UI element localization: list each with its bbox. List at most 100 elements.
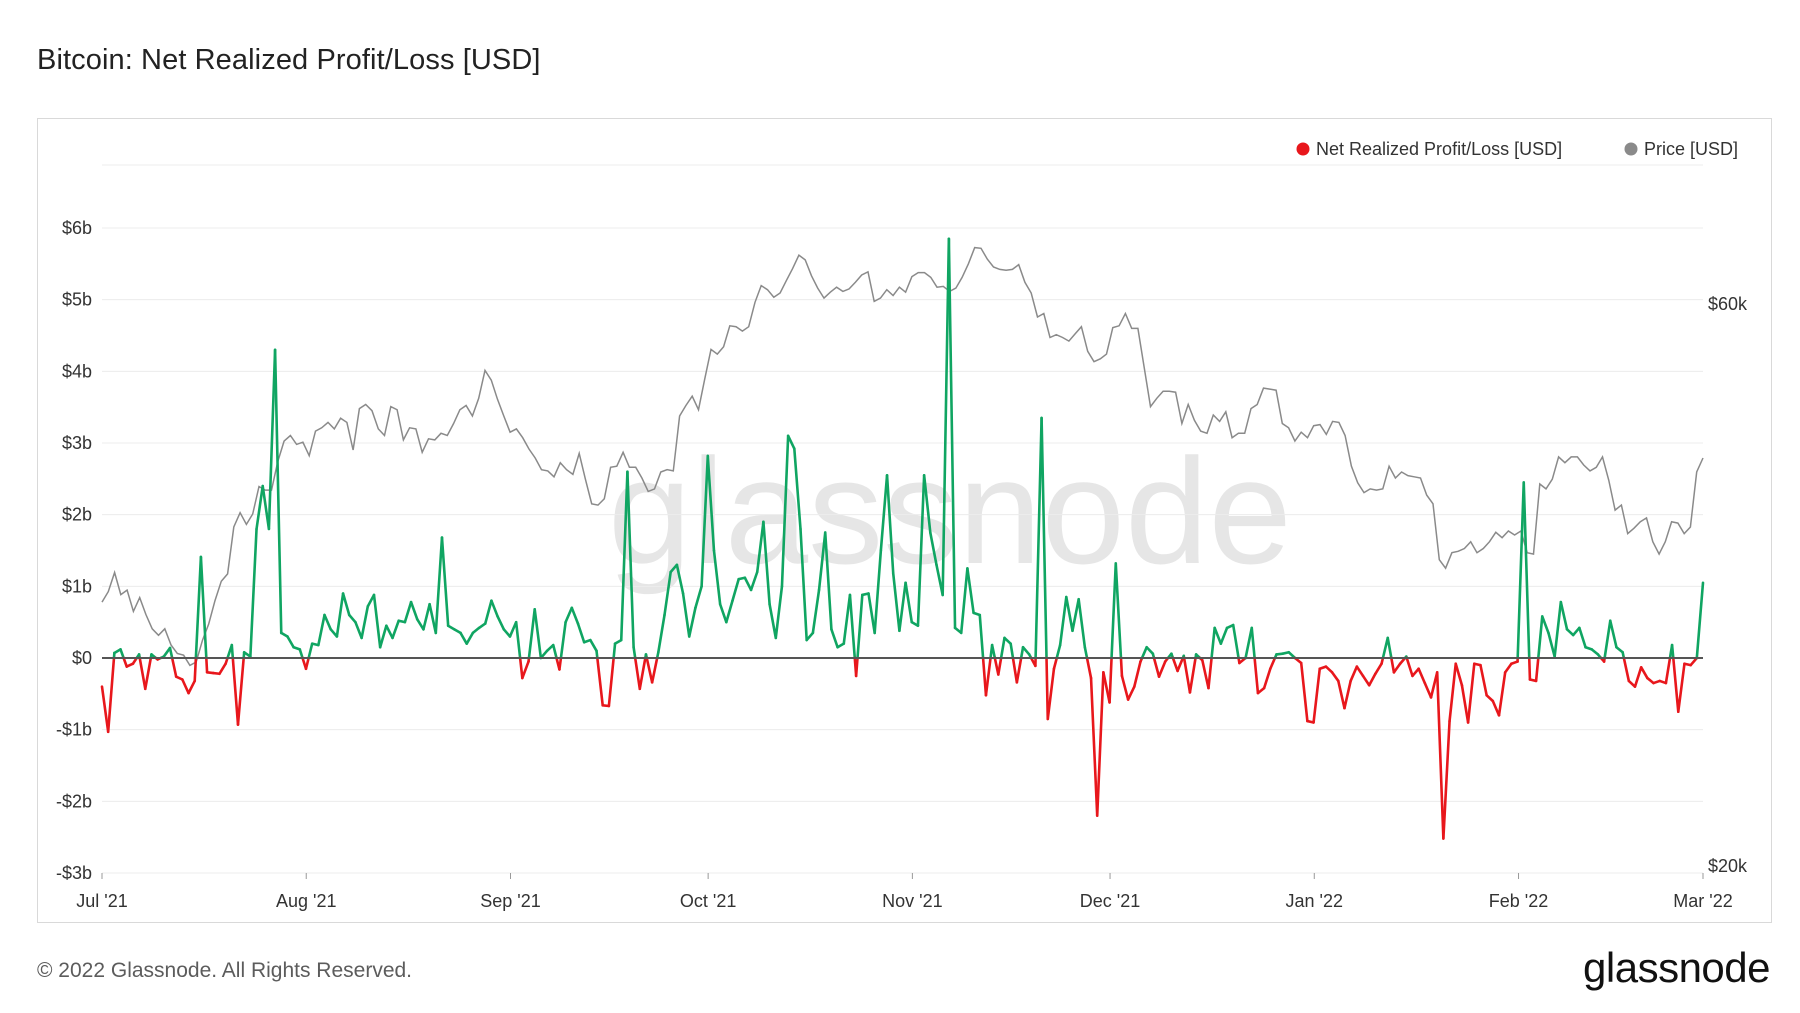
nrpl-segment bbox=[570, 606, 580, 625]
nrpl-segment bbox=[1622, 656, 1631, 683]
nrpl-segment bbox=[434, 536, 444, 635]
x-tick-label: Feb '22 bbox=[1489, 891, 1548, 911]
nrpl-segment bbox=[335, 592, 345, 638]
nrpl-segment bbox=[1361, 674, 1371, 687]
x-tick-label: Nov '21 bbox=[882, 891, 942, 911]
nrpl-segment bbox=[1157, 660, 1167, 678]
x-tick-label: Sep '21 bbox=[480, 891, 541, 911]
nrpl-segment bbox=[638, 656, 647, 691]
nrpl-segment bbox=[1262, 667, 1272, 690]
nrpl-segment bbox=[1095, 671, 1105, 817]
legend-item[interactable]: Net Realized Profit/Loss [USD] bbox=[1296, 139, 1563, 159]
legend[interactable]: Net Realized Profit/Loss [USD] Price [USD… bbox=[1296, 139, 1739, 159]
nrpl-segment bbox=[1516, 481, 1526, 660]
y-left-tick-label: $3b bbox=[62, 433, 92, 453]
nrpl-segment bbox=[1268, 656, 1277, 671]
nrpl-segment bbox=[1435, 671, 1445, 840]
nrpl-segment bbox=[170, 656, 178, 678]
nrpl-segment bbox=[1547, 631, 1556, 658]
nrpl-segment bbox=[999, 636, 1006, 660]
nrpl-segment bbox=[119, 648, 125, 660]
nrpl-segment bbox=[181, 678, 190, 695]
nrpl-segment bbox=[527, 607, 537, 660]
nrpl-segment bbox=[1213, 626, 1223, 645]
nrpl-segment bbox=[725, 599, 734, 624]
nrpl-segment bbox=[385, 624, 394, 640]
nrpl-segment bbox=[194, 555, 203, 660]
nrpl-segment bbox=[205, 656, 209, 674]
nrpl-segment bbox=[1207, 656, 1213, 690]
nrpl-segment bbox=[122, 656, 129, 668]
legend-label: Net Realized Profit/Loss [USD] bbox=[1316, 139, 1562, 159]
nrpl-segment bbox=[1559, 600, 1569, 631]
nrpl-segment bbox=[559, 620, 567, 660]
nrpl-segment bbox=[323, 613, 333, 631]
nrpl-segment bbox=[267, 348, 277, 531]
nrpl-segment bbox=[645, 656, 654, 684]
nrpl-segment bbox=[521, 660, 530, 680]
nrpl-segment bbox=[143, 656, 153, 691]
nrpl-segment bbox=[1671, 656, 1680, 714]
nrpl-segment bbox=[1497, 671, 1507, 717]
nrpl-segment bbox=[1126, 685, 1136, 701]
y-right-tick-label: $60k bbox=[1708, 294, 1748, 314]
nrpl-segment bbox=[1188, 656, 1197, 694]
nrpl-segment bbox=[403, 600, 413, 624]
nrpl-segment bbox=[1343, 679, 1352, 710]
nrpl-segment bbox=[193, 656, 198, 683]
nrpl-segment bbox=[273, 348, 283, 635]
nrpl-segment bbox=[650, 656, 659, 684]
nrpl-segment bbox=[990, 643, 997, 660]
nrpl-segment bbox=[391, 619, 401, 640]
nrpl-segment bbox=[612, 642, 617, 660]
nrpl-segment bbox=[1448, 662, 1458, 723]
nrpl-segment bbox=[354, 620, 363, 640]
nrpl-segment bbox=[372, 593, 382, 649]
nrpl-segment bbox=[1244, 626, 1254, 660]
nrpl-segment bbox=[856, 593, 864, 660]
nrpl-segment bbox=[496, 615, 506, 631]
nrpl-segment bbox=[1695, 581, 1705, 660]
nrpl-segment bbox=[317, 613, 326, 647]
nrpl-segment bbox=[465, 631, 475, 645]
nrpl-segment bbox=[514, 620, 522, 660]
nrpl-segment bbox=[830, 628, 839, 649]
nrpl-segment bbox=[1210, 626, 1216, 660]
nrpl-segment bbox=[230, 643, 235, 660]
nrpl-segment bbox=[1527, 656, 1532, 681]
nrpl-segment bbox=[1336, 679, 1346, 710]
nrpl-segment bbox=[1133, 660, 1142, 688]
y-left-tick-label: $4b bbox=[62, 361, 92, 381]
nrpl-segment bbox=[1046, 667, 1056, 721]
nrpl-segment bbox=[298, 648, 304, 660]
nrpl-segment bbox=[440, 536, 450, 628]
y-left-tick-label: -$2b bbox=[56, 791, 92, 811]
nrpl-segment bbox=[1349, 665, 1359, 683]
legend-item[interactable]: Price [USD] bbox=[1624, 139, 1739, 159]
y-left-tick-label: -$1b bbox=[56, 720, 92, 740]
nrpl-segment bbox=[1045, 656, 1050, 721]
chart-canvas: glassnode $6b$5b$4b$3b$2b$1b$0-$1b-$2b-$… bbox=[56, 139, 1748, 911]
nrpl-segment bbox=[1065, 595, 1074, 633]
nrpl-segment bbox=[1219, 626, 1229, 645]
nrpl-segment bbox=[978, 613, 985, 660]
nrpl-segment bbox=[1639, 666, 1649, 680]
nrpl-segment bbox=[483, 599, 493, 625]
nrpl-segment bbox=[1417, 667, 1427, 685]
nrpl-segment bbox=[1083, 645, 1089, 660]
y-axis-right: $60k $20k bbox=[1708, 294, 1748, 876]
nrpl-segment bbox=[1009, 642, 1015, 660]
nrpl-segment bbox=[984, 656, 992, 697]
nrpl-segment bbox=[1676, 662, 1686, 714]
nrpl-segment bbox=[1603, 619, 1612, 660]
nrpl-segment bbox=[1390, 656, 1396, 674]
nrpl-segment bbox=[1355, 665, 1365, 678]
nrpl-segment bbox=[596, 656, 604, 707]
x-tick-label: Oct '21 bbox=[680, 891, 736, 911]
nrpl-segment bbox=[249, 527, 258, 658]
y-left-tick-label: $0 bbox=[72, 648, 92, 668]
y-left-tick-label: -$3b bbox=[56, 863, 92, 883]
glassnode-logo[interactable]: glassnode bbox=[1583, 944, 1770, 992]
nrpl-segment bbox=[360, 605, 370, 640]
nrpl-segment bbox=[1089, 676, 1099, 817]
